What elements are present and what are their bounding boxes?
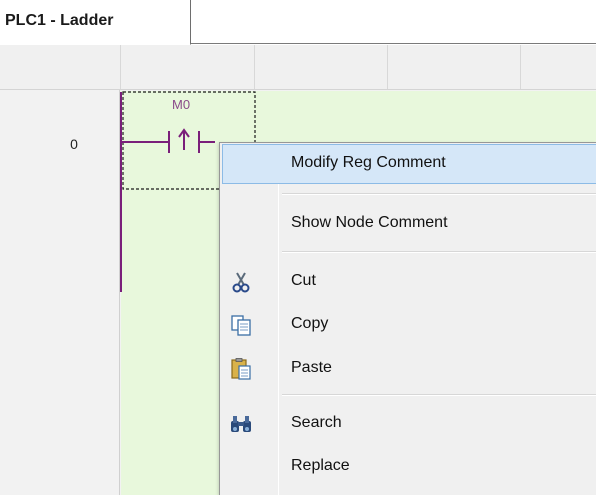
menu-item-paste[interactable]: Paste <box>222 349 596 389</box>
menu-item-label: Show Node Comment <box>291 214 448 231</box>
menu-item-label: Paste <box>291 359 332 376</box>
menu-item-copy[interactable]: Copy <box>222 305 596 345</box>
menu-item-search[interactable]: Search <box>222 404 596 444</box>
menu-separator <box>282 394 596 396</box>
menu-item-label: Copy <box>291 315 329 332</box>
menu-item-show-node-comment[interactable]: Show Node Comment <box>222 204 596 244</box>
copy-icon <box>231 315 251 336</box>
contact-label: M0 <box>172 97 191 112</box>
menu-item-replace[interactable]: Replace <box>222 447 596 487</box>
menu-separator <box>282 193 596 195</box>
menu-item-label: Replace <box>291 457 350 474</box>
menu-item-label: Modify Reg Comment <box>291 154 446 171</box>
menu-item-cut[interactable]: Cut <box>222 262 596 302</box>
binoculars-icon <box>231 416 251 432</box>
menu-item-label: Search <box>291 414 342 431</box>
scissors-icon <box>232 272 250 293</box>
paste-icon <box>231 358 251 380</box>
context-menu: Modify Reg Comment Show Node Comment Cut… <box>219 142 596 495</box>
menu-item-label: Cut <box>291 272 316 289</box>
rising-edge-contact <box>168 128 215 153</box>
menu-separator <box>282 251 596 253</box>
menu-item-modify-reg-comment[interactable]: Modify Reg Comment <box>222 144 596 184</box>
